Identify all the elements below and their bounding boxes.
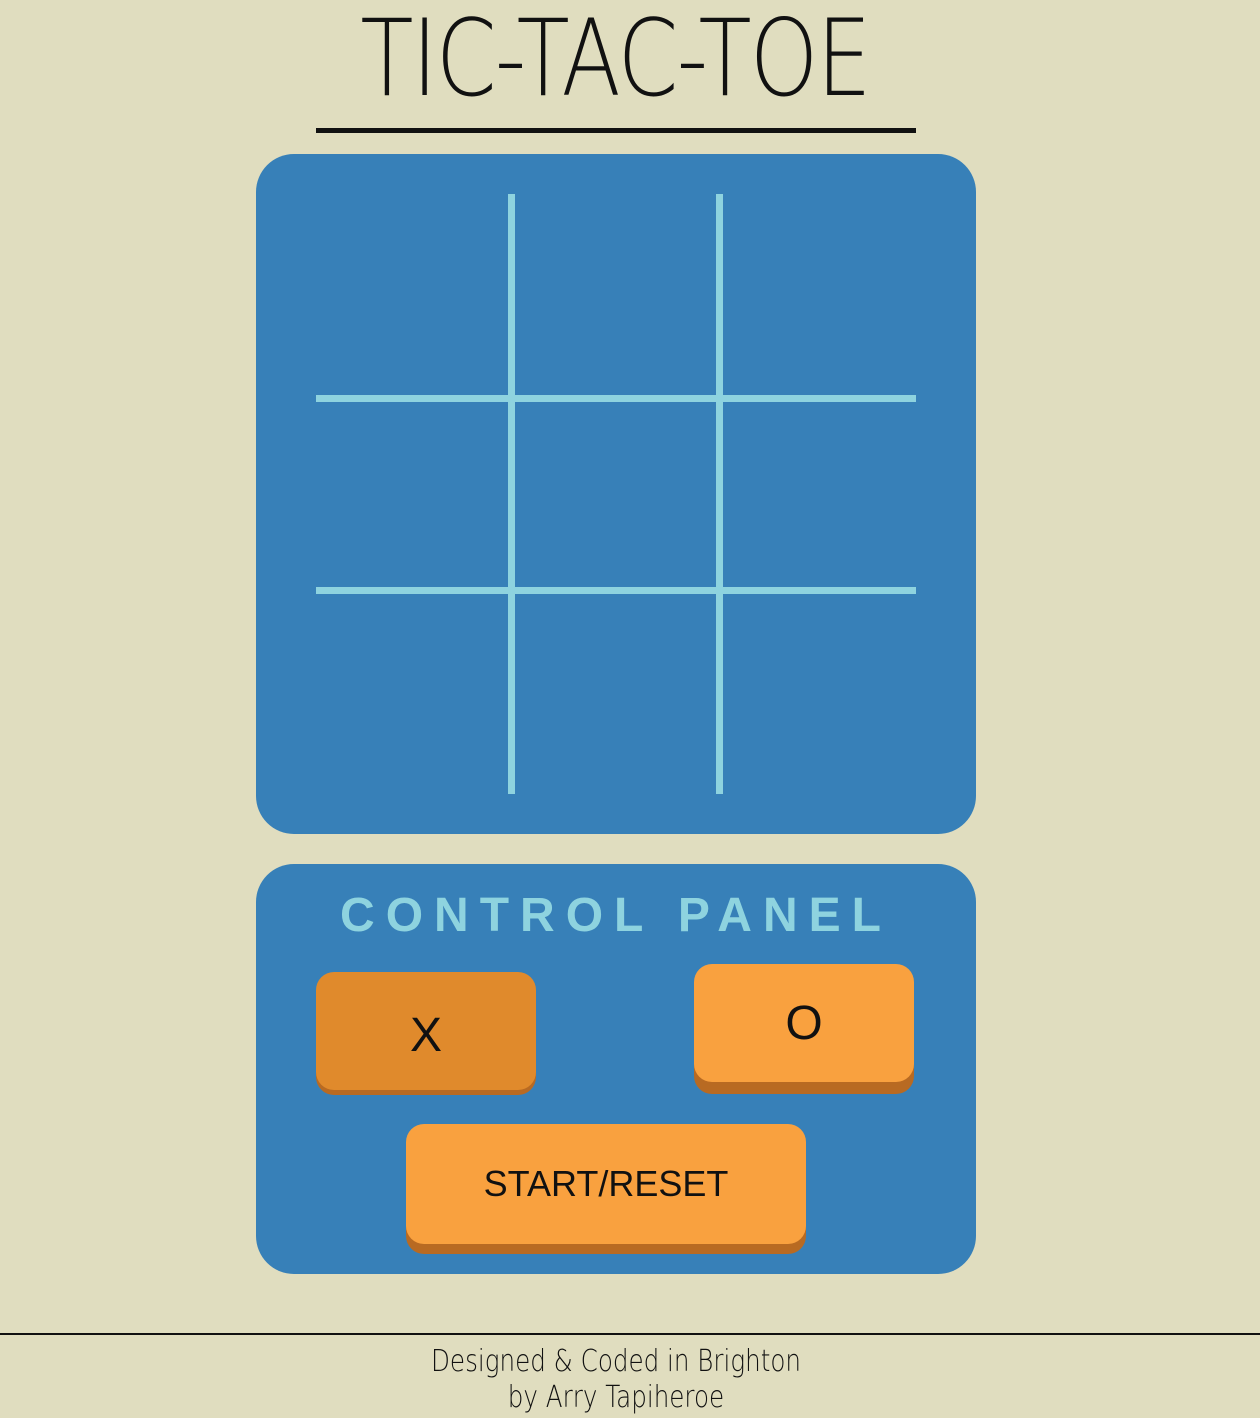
choose-x-button[interactable]: X xyxy=(316,972,536,1090)
game-board xyxy=(256,154,976,834)
grid-line-vertical-1 xyxy=(508,194,515,794)
board-cell-2[interactable] xyxy=(572,194,780,398)
start-reset-button[interactable]: START/RESET xyxy=(406,1124,806,1244)
board-cell-9[interactable] xyxy=(780,590,916,794)
board-cell-1[interactable] xyxy=(316,194,572,398)
grid-line-horizontal-1 xyxy=(316,395,916,402)
board-cell-4[interactable] xyxy=(316,398,572,590)
control-panel-title: CONTROL PANEL xyxy=(340,889,892,942)
choose-o-button[interactable]: O xyxy=(694,964,914,1082)
board-cell-5[interactable] xyxy=(572,398,780,590)
page-title: TIC-TAC-TOE xyxy=(360,0,871,120)
title-underline xyxy=(316,128,916,133)
board-cell-6[interactable] xyxy=(780,398,916,590)
grid-line-horizontal-2 xyxy=(316,587,916,594)
board-cell-3[interactable] xyxy=(780,194,916,398)
board-grid xyxy=(316,194,916,794)
footer-credit-line-2: by Arry Tapiheroe xyxy=(507,1380,725,1415)
footer-credit-line-1: Designed & Coded in Brighton xyxy=(430,1344,801,1379)
board-cell-7[interactable] xyxy=(316,590,572,794)
footer-divider xyxy=(0,1333,1260,1335)
control-panel: CONTROL PANEL X O START/RESET xyxy=(256,864,976,1274)
grid-line-vertical-2 xyxy=(716,194,723,794)
footer: Designed & Coded in Brighton by Arry Tap… xyxy=(111,1344,1121,1416)
board-cell-8[interactable] xyxy=(572,590,780,794)
